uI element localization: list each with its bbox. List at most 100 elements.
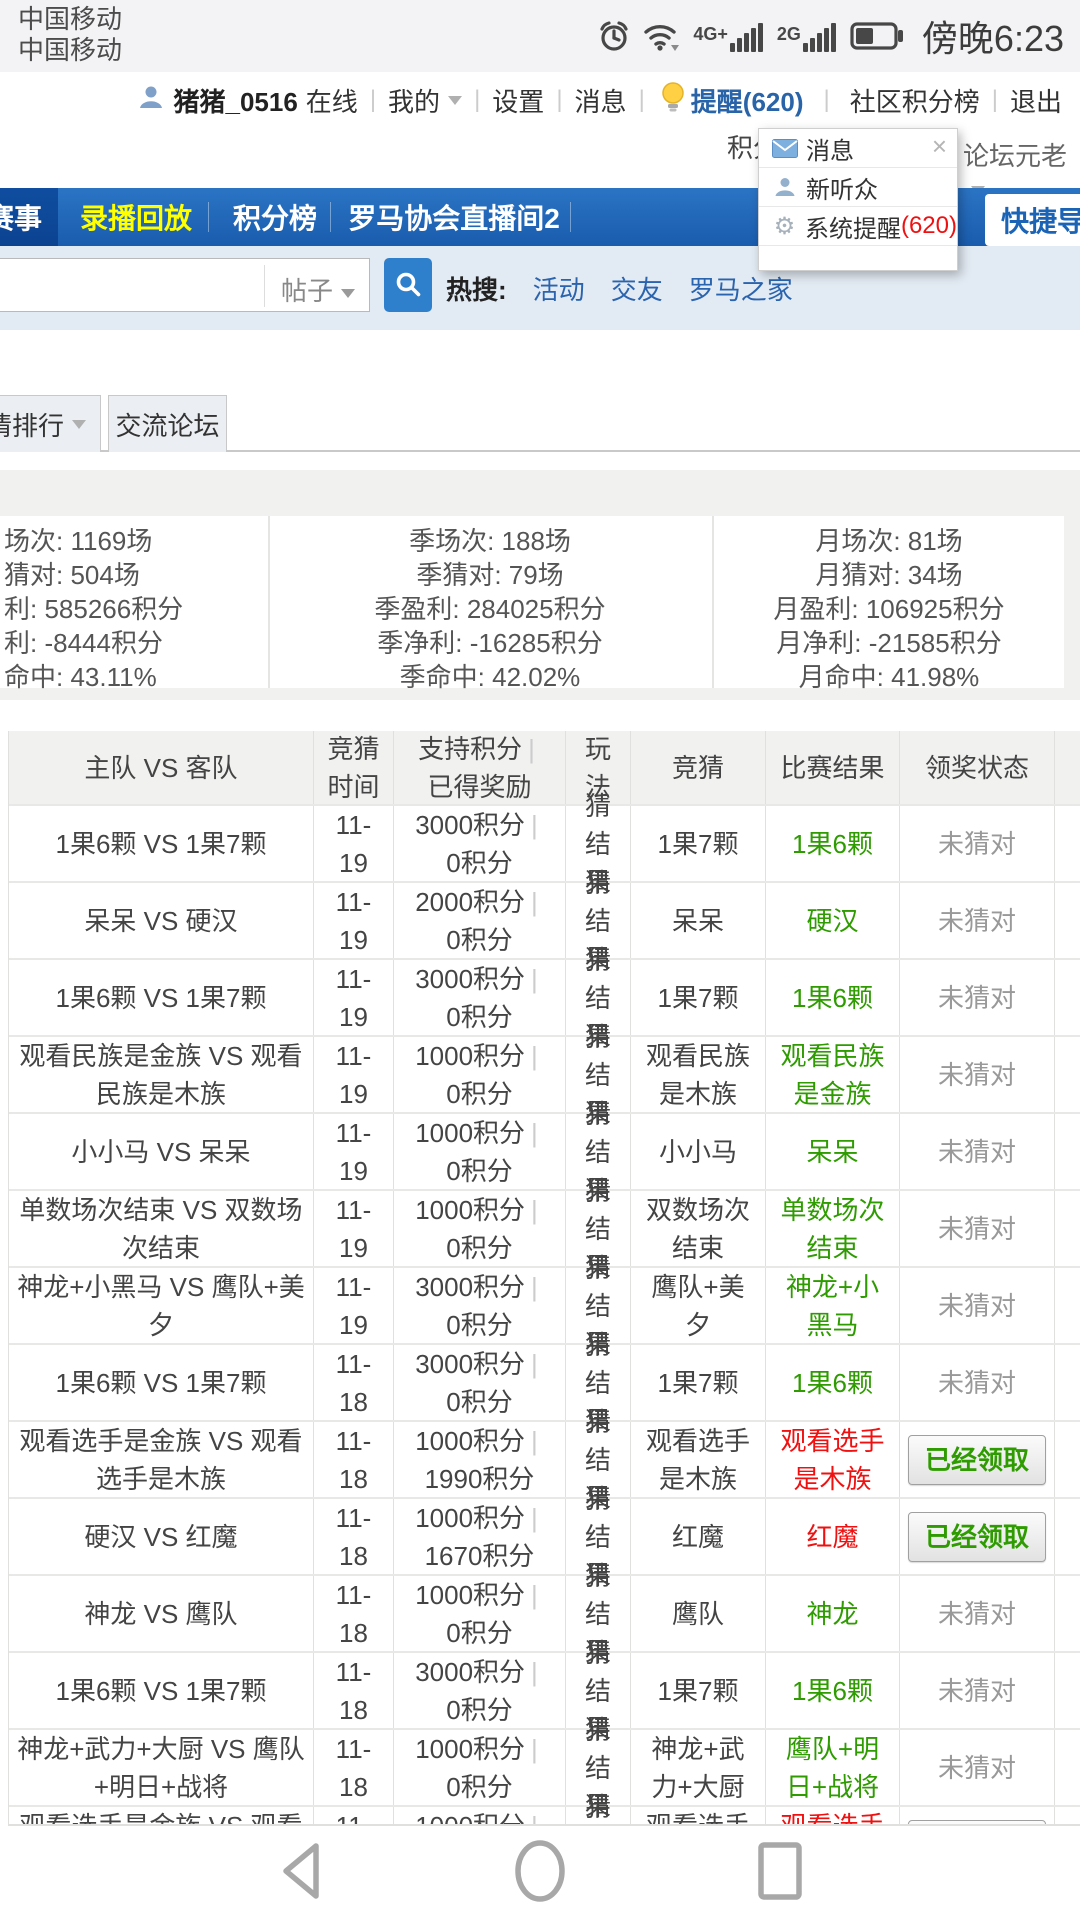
- cell-result: 1果6颗: [766, 1345, 900, 1420]
- cell-date: 11-19: [314, 960, 394, 1035]
- tab-forum-label: 交流论坛: [115, 410, 220, 441]
- tab-forum[interactable]: 交流论坛: [108, 395, 227, 452]
- status-text: 未猜对: [937, 982, 1016, 1013]
- divider: |: [531, 963, 538, 994]
- cell-reward: 1670积分: [424, 1540, 535, 1571]
- search-input[interactable]: [7, 261, 257, 309]
- cell-claim-status: 未猜对: [900, 1191, 1055, 1266]
- claimed-button[interactable]: 已经领取: [908, 1511, 1046, 1562]
- claimed-button[interactable]: 已经领取: [908, 1819, 1046, 1824]
- cell-support: 2000积分: [415, 886, 526, 917]
- cell-support: 1000积分: [415, 1579, 526, 1610]
- nav-tab-live-room[interactable]: 罗马协会直播间2: [340, 188, 568, 246]
- nav-tab-standings[interactable]: 积分榜: [222, 188, 328, 246]
- popup-item-system-reminder[interactable]: ⚙ 系统提醒 (620): [759, 207, 957, 246]
- my-menu[interactable]: 我的: [388, 82, 440, 119]
- carrier-labels: 中国移动 中国移动: [18, 4, 122, 66]
- popup-item-count: (620): [900, 212, 957, 239]
- community-leaderboard-link[interactable]: 社区积分榜: [850, 82, 980, 119]
- status-text: 未猜对: [937, 1059, 1016, 1090]
- stat-line: 季净利: -16285积分: [377, 628, 603, 658]
- cell-match: 小小马 VS 呆呆: [9, 1114, 314, 1189]
- hot-link-activity[interactable]: 活动: [533, 270, 585, 307]
- cell-support: 3000积分: [415, 1271, 526, 1302]
- header-reward: 已得奖励: [427, 771, 532, 802]
- cell-support-reward: 2000积分 | 0积分: [394, 883, 566, 958]
- envelope-icon: [772, 138, 798, 158]
- cell-support-reward: 1000积分|1990积分: [394, 1807, 566, 1826]
- stat-line: 月净利: -21585积分: [776, 628, 1002, 658]
- stat-line: 月命中: 41.98%: [798, 662, 980, 692]
- cell-result: 神龙+小黑马: [766, 1268, 900, 1343]
- cell-extra: [1055, 1037, 1080, 1112]
- cell-support-reward: 1000积分|1990积分: [394, 1422, 566, 1497]
- cell-support: 1000积分: [415, 1810, 526, 1826]
- cell-guess: 1果7颗: [631, 806, 766, 881]
- home-button[interactable]: [511, 1836, 569, 1906]
- search-category-select[interactable]: 帖子: [281, 271, 356, 308]
- cell-support-reward: 1000积分 | 0积分: [394, 1114, 566, 1189]
- result-text: 观看民族是金族: [780, 1040, 885, 1109]
- cell-support: 1000积分: [415, 1502, 526, 1533]
- status-icons: 4G+ 2G 傍晚6:23: [597, 0, 1064, 72]
- divider: |: [531, 1194, 538, 1225]
- cell-extra: [1055, 1576, 1080, 1651]
- cell-guess: 双数场次结束: [631, 1191, 766, 1266]
- divider: |: [531, 1271, 538, 1302]
- cell-support: 1000积分: [415, 1040, 526, 1071]
- search-button[interactable]: [384, 258, 432, 312]
- cell-extra: [1055, 1499, 1080, 1574]
- close-icon[interactable]: ×: [932, 133, 947, 159]
- hot-link-friends[interactable]: 交友: [611, 270, 663, 307]
- chevron-down-icon: [341, 288, 356, 298]
- claimed-button[interactable]: 已经领取: [908, 1434, 1046, 1485]
- stat-line: 场次: 1169场: [4, 526, 153, 556]
- divider: |: [531, 1810, 538, 1826]
- divider: |: [991, 86, 998, 113]
- cell-reward: 0积分: [446, 1001, 513, 1032]
- cell-support-reward: 1000积分 | 0积分: [394, 1576, 566, 1651]
- wifi-icon: [643, 19, 681, 53]
- cell-date: 11-19: [314, 883, 394, 958]
- nav-tab-replay[interactable]: 录播回放: [66, 188, 206, 246]
- quick-nav-button[interactable]: 快捷导: [985, 194, 1080, 246]
- tab-ranking-label: 情排行: [0, 410, 64, 441]
- nav-tab-matches[interactable]: 赛事: [0, 188, 58, 246]
- table-row: 神龙+武力+大厨 VS 鹰队+明日+战将 11-18 1000积分 | 0积分 猜结…: [9, 1715, 1080, 1821]
- divider: |: [528, 733, 535, 764]
- settings-link[interactable]: 设置: [492, 82, 544, 119]
- popup-item-new-listeners[interactable]: 新听众: [759, 168, 957, 207]
- cell-date: 11-18: [314, 1422, 394, 1497]
- signal-4g: 4G+: [693, 19, 765, 53]
- avatar: [137, 83, 165, 118]
- cell-result: 神龙: [766, 1576, 900, 1651]
- reminder-link[interactable]: 提醒(620): [691, 82, 804, 119]
- cell-claim-status: 未猜对: [900, 806, 1055, 881]
- back-button[interactable]: [272, 1836, 328, 1906]
- stats-season: 季场次: 188场 季猜对: 79场 季盈利: 284025积分 季净利: -1…: [300, 526, 680, 696]
- popup-item-messages[interactable]: 消息: [759, 129, 957, 168]
- divider: |: [823, 86, 830, 113]
- divider: |: [531, 1656, 538, 1687]
- messages-link[interactable]: 消息: [575, 82, 627, 119]
- cell-extra: [1055, 1191, 1080, 1266]
- divider: |: [556, 86, 563, 113]
- stat-line: 季场次: 188场: [409, 526, 571, 556]
- logout-link[interactable]: 退出: [1010, 82, 1062, 119]
- username[interactable]: 猪猪_0516: [173, 82, 297, 119]
- divider: |: [369, 86, 377, 113]
- cell-result: 观看选手是木族: [766, 1807, 900, 1824]
- cell-match: 1果6颗 VS 1果7颗: [9, 1653, 314, 1728]
- result-text: 观看选手是木族: [780, 1425, 885, 1494]
- hot-link-roma-home[interactable]: 罗马之家: [689, 270, 793, 307]
- cell-extra: [1055, 806, 1080, 881]
- cell-support-reward: 3000积分 | 0积分: [394, 1653, 566, 1728]
- cell-guess: 1果7颗: [631, 1653, 766, 1728]
- cell-guess: 观看选手是木族: [631, 1422, 766, 1497]
- cell-result: 1果6颗: [766, 960, 900, 1035]
- table-row: 1果6颗 VS 1果7颗 11-19 3000积分 | 0积分 猜结果 1果7颗 1…: [9, 791, 1080, 897]
- recents-button[interactable]: [754, 1836, 806, 1906]
- tab-ranking[interactable]: 情排行: [0, 395, 101, 452]
- divider: |: [531, 886, 538, 917]
- cell-reward: 0积分: [446, 1386, 513, 1417]
